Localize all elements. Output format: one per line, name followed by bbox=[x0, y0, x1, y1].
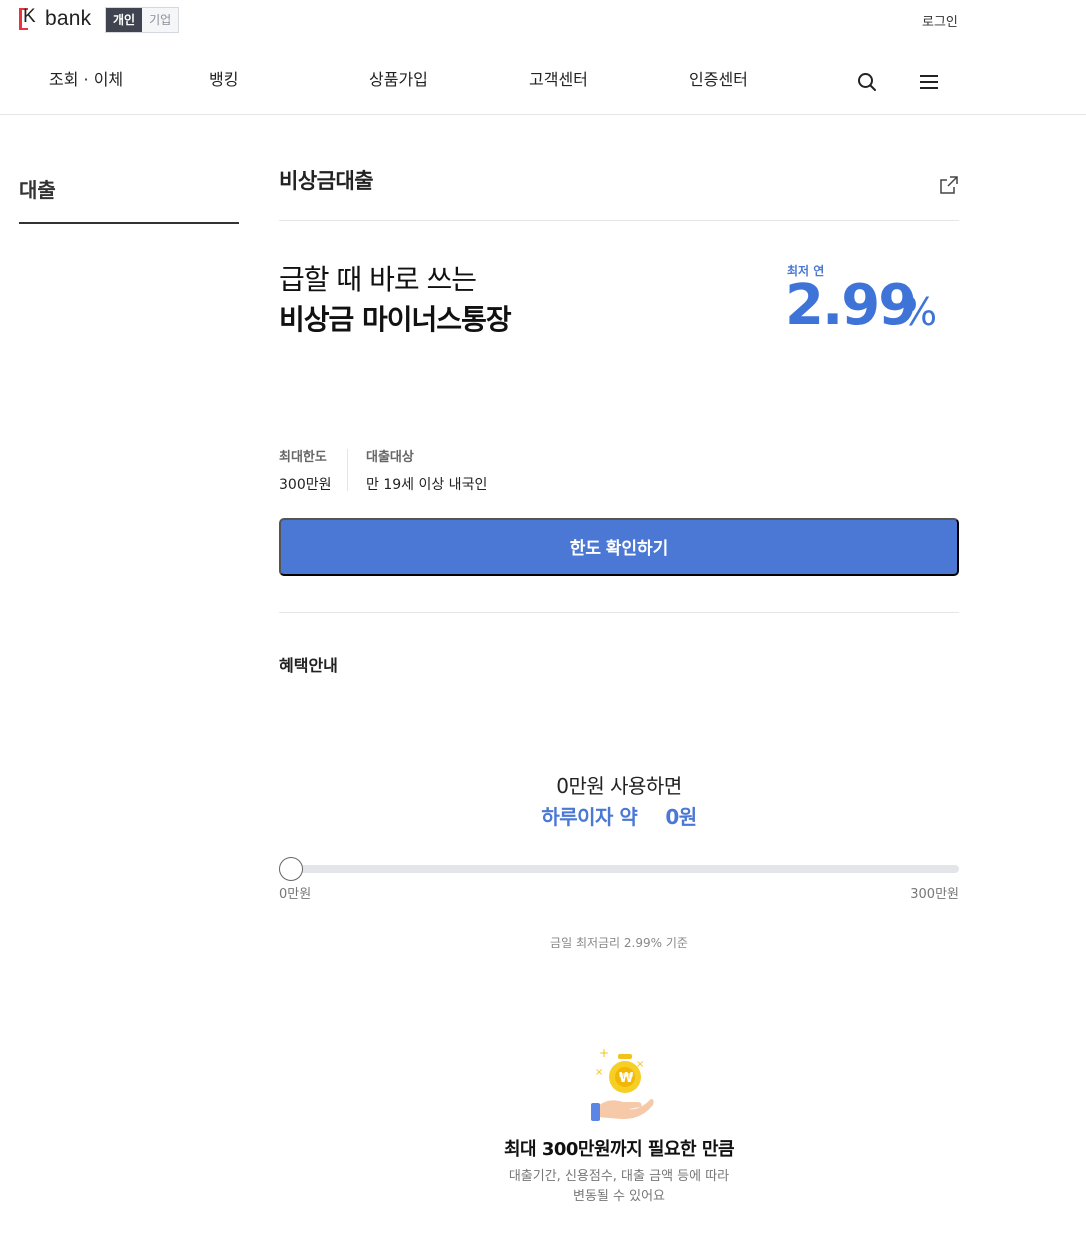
slider-max-label: 300만원 bbox=[910, 887, 959, 902]
usage-slider-thumb[interactable] bbox=[279, 857, 303, 881]
kbank-logo[interactable]: K bank bbox=[19, 6, 92, 31]
daily-interest-text: 하루이자 약 0원 bbox=[279, 801, 959, 830]
benefit-description-line1: 대출기간, 신용점수, 대출 금액 등에 따라 bbox=[508, 1169, 730, 1184]
sidebar-divider bbox=[19, 222, 239, 224]
rate-value: 2.99 bbox=[785, 273, 917, 338]
daily-interest-label: 하루이자 약 bbox=[541, 805, 638, 829]
usage-amount-text: 0만원 사용하면 bbox=[556, 774, 682, 798]
page-title: 비상금대출 bbox=[279, 169, 374, 193]
info-value: 300만원 bbox=[279, 477, 332, 493]
money-bag-hand-icon: + × × ₩ bbox=[589, 1046, 659, 1122]
svg-text:+: + bbox=[599, 1047, 609, 1060]
benefit-description: 대출기간, 신용점수, 대출 금액 등에 따라 변동될 수 있어요 bbox=[279, 1167, 959, 1207]
share-icon[interactable] bbox=[939, 175, 959, 195]
info-label: 최대한도 bbox=[279, 450, 327, 465]
info-value: 만 19세 이상 내국인 bbox=[366, 477, 488, 493]
top-bar: K bank 개인 기업 로그인 bbox=[0, 0, 1086, 40]
logo-text: bank bbox=[45, 7, 92, 30]
benefits-title: 혜택안내 bbox=[279, 656, 338, 675]
benefit-description-line2: 변동될 수 있어요 bbox=[573, 1189, 665, 1204]
segment-personal[interactable]: 개인 bbox=[106, 8, 143, 32]
rate-basis-note: 금일 최저금리 2.99% 기준 bbox=[550, 936, 688, 950]
slider-min-label: 0만원 bbox=[279, 887, 312, 902]
section-divider bbox=[279, 612, 959, 613]
nav-item-certification-center[interactable]: 인증센터 bbox=[689, 66, 748, 90]
segment-business[interactable]: 기업 bbox=[142, 8, 179, 32]
nav-item-customer-center[interactable]: 고객센터 bbox=[529, 66, 588, 90]
nav-item-banking[interactable]: 뱅킹 bbox=[209, 66, 238, 90]
headline-line2: 비상금 마이너스통장 bbox=[279, 303, 512, 336]
headline-line1: 급할 때 바로 쓰는 bbox=[279, 263, 477, 296]
nav-item-inquiry-transfer[interactable]: 조회 · 이체 bbox=[49, 66, 123, 90]
info-label: 대출대상 bbox=[366, 450, 414, 465]
hamburger-menu-icon[interactable] bbox=[920, 75, 938, 89]
customer-type-toggle: 개인 기업 bbox=[105, 7, 180, 33]
info-eligibility: 대출대상 만 19세 이상 내국인 bbox=[366, 446, 487, 494]
logo-k-icon: K bbox=[19, 6, 39, 31]
svg-text:×: × bbox=[595, 1067, 603, 1078]
benefit-heading: 최대 300만원까지 필요한 만큼 bbox=[503, 1139, 735, 1160]
sidebar-title[interactable]: 대출 bbox=[19, 174, 56, 203]
rate-unit: % bbox=[901, 290, 938, 334]
info-max-limit: 최대한도 300만원 bbox=[279, 446, 331, 494]
nav-item-products[interactable]: 상품가입 bbox=[369, 66, 428, 90]
info-separator bbox=[347, 449, 348, 491]
login-link[interactable]: 로그인 bbox=[922, 11, 958, 30]
check-limit-button[interactable]: 한도 확인하기 bbox=[279, 518, 959, 576]
daily-interest-value: 0원 bbox=[665, 805, 697, 829]
svg-text:₩: ₩ bbox=[619, 1071, 634, 1086]
search-icon[interactable] bbox=[857, 72, 877, 92]
title-divider bbox=[279, 220, 959, 221]
usage-slider-track[interactable] bbox=[279, 865, 959, 873]
main-navigation: 조회 · 이체 뱅킹 상품가입 고객센터 인증센터 bbox=[0, 40, 1086, 115]
